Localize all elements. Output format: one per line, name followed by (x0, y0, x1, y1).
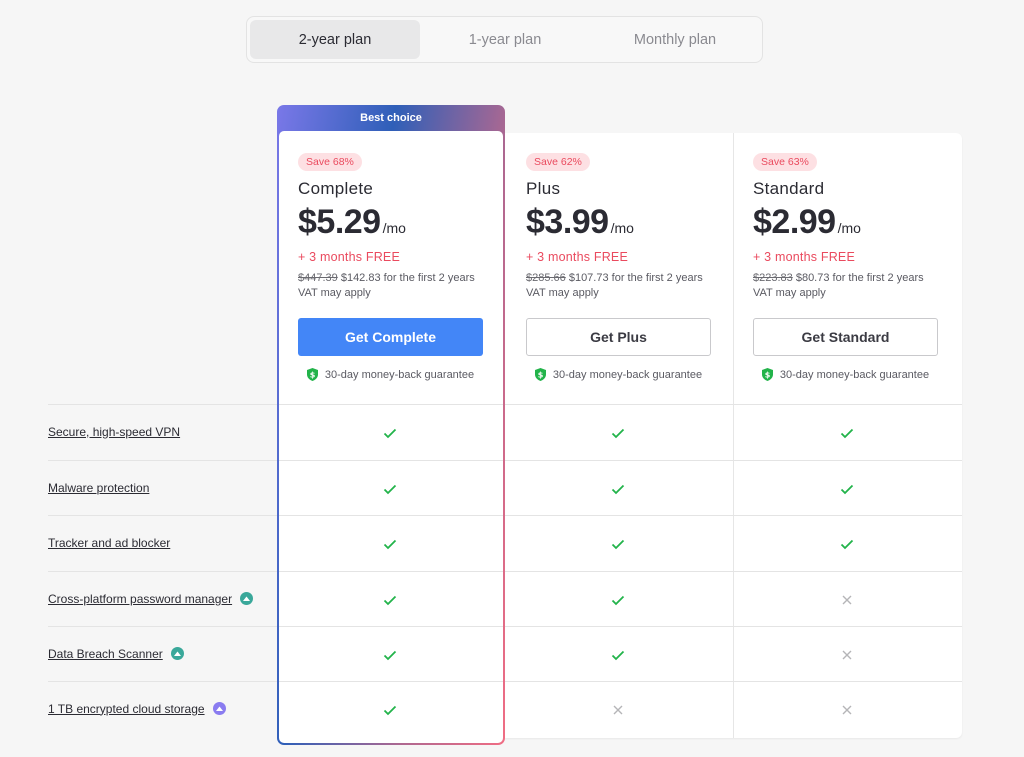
old-total: $447.39 (298, 272, 338, 284)
feature-label-text: Data Breach Scanner (48, 646, 163, 661)
new-total: $80.73 for the first 2 years (795, 272, 924, 284)
plan-price: $2.99 (753, 203, 836, 241)
bonus-text: + 3 months FREE (298, 250, 400, 264)
check-icon (383, 705, 397, 715)
teal-product-icon (170, 647, 184, 660)
shield-dollar-icon: $ (761, 368, 773, 381)
price-period: /mo (837, 220, 861, 236)
save-badge: Save 62% (526, 153, 590, 171)
get-standard-button[interactable]: Get Standard (753, 318, 938, 356)
check-icon (840, 539, 854, 549)
guarantee-text: 30-day money-back guarantee (779, 368, 930, 381)
money-back-guarantee: $ 30-day money-back guarantee (753, 368, 938, 381)
row-divider (48, 460, 962, 461)
feature-label-text: Cross-platform password manager (48, 591, 233, 606)
vat-note: VAT may apply (298, 287, 371, 299)
feature-label-text: Tracker and ad blocker (48, 535, 171, 550)
billing-period-toggle: 2-year plan 1-year plan Monthly plan (246, 16, 763, 63)
cross-icon (842, 595, 852, 604)
money-back-guarantee: $ 30-day money-back guarantee (526, 368, 711, 381)
bonus-text: + 3 months FREE (526, 250, 628, 264)
row-divider (279, 571, 503, 572)
best-choice-label: Best choice (360, 112, 422, 124)
tab-2-year-plan[interactable]: 2-year plan (250, 20, 420, 59)
plan-complete: Save 68% Complete $5.29/mo + 3 months FR… (298, 152, 503, 381)
check-icon (611, 484, 625, 494)
tab-1-year-plan[interactable]: 1-year plan (420, 20, 590, 59)
check-icon (383, 650, 397, 660)
save-badge: Save 63% (753, 153, 817, 171)
check-icon (383, 539, 397, 549)
feature-label-text: 1 TB encrypted cloud storage (48, 701, 205, 716)
get-complete-button[interactable]: Get Complete (298, 318, 483, 356)
old-total: $223.83 (753, 272, 793, 284)
row-divider (48, 571, 962, 572)
guarantee-text: 30-day money-back guarantee (552, 368, 703, 381)
vat-note: VAT may apply (526, 287, 599, 299)
column-divider (733, 133, 734, 738)
row-divider (279, 404, 503, 405)
tab-monthly-plan[interactable]: Monthly plan (590, 20, 760, 59)
row-divider (279, 681, 503, 682)
old-total: $285.66 (526, 272, 566, 284)
svg-text:$: $ (765, 371, 771, 380)
feature-label[interactable]: Cross-platform password manager (48, 591, 254, 606)
check-icon (840, 428, 854, 438)
row-divider (279, 626, 503, 627)
check-icon (611, 428, 625, 438)
row-divider (48, 681, 962, 682)
purple-product-icon (212, 702, 226, 715)
shield-dollar-icon: $ (306, 368, 318, 381)
new-total: $107.73 for the first 2 years (568, 272, 703, 284)
check-icon (383, 428, 397, 438)
save-badge: Save 68% (298, 153, 362, 171)
teal-product-icon (240, 592, 254, 605)
total-price: $285.66 $107.73 for the first 2 years (526, 272, 731, 284)
feature-label[interactable]: Malware protection (48, 481, 149, 495)
plan-standard: Save 63% Standard $2.99/mo + 3 months FR… (753, 152, 958, 381)
check-icon (611, 595, 625, 605)
guarantee-text: 30-day money-back guarantee (324, 368, 475, 381)
plan-name: Complete (298, 179, 374, 198)
vat-note: VAT may apply (753, 287, 826, 299)
new-total: $142.83 for the first 2 years (340, 272, 475, 284)
row-divider (48, 515, 962, 516)
plan-plus: Save 62% Plus $3.99/mo + 3 months FREE $… (526, 152, 731, 381)
price-period: /mo (610, 220, 634, 236)
cross-icon (842, 705, 852, 714)
check-icon (383, 595, 397, 605)
shield-dollar-icon: $ (534, 368, 546, 381)
row-divider (48, 626, 962, 627)
feature-label[interactable]: Secure, high-speed VPN (48, 425, 180, 439)
svg-text:$: $ (310, 371, 316, 380)
feature-label-text: Secure, high-speed VPN (48, 424, 181, 439)
plan-price: $3.99 (526, 203, 609, 241)
plan-name: Standard (753, 179, 825, 198)
cross-icon (613, 705, 623, 714)
row-divider (279, 515, 503, 516)
feature-label-text: Malware protection (48, 480, 150, 495)
plan-price: $5.29 (298, 203, 381, 241)
total-price: $447.39 $142.83 for the first 2 years (298, 272, 503, 284)
check-icon (840, 484, 854, 494)
check-icon (611, 650, 625, 660)
row-divider (48, 404, 962, 405)
check-icon (611, 539, 625, 549)
money-back-guarantee: $ 30-day money-back guarantee (298, 368, 483, 381)
check-icon (383, 484, 397, 494)
total-price: $223.83 $80.73 for the first 2 years (753, 272, 958, 284)
feature-label[interactable]: 1 TB encrypted cloud storage (48, 702, 226, 716)
cross-icon (842, 650, 852, 659)
price-period: /mo (382, 220, 406, 236)
svg-text:$: $ (538, 371, 544, 380)
bonus-text: + 3 months FREE (753, 250, 855, 264)
get-plus-button[interactable]: Get Plus (526, 318, 711, 356)
feature-label[interactable]: Data Breach Scanner (48, 647, 184, 661)
plan-name: Plus (526, 179, 561, 198)
feature-label[interactable]: Tracker and ad blocker (48, 536, 170, 550)
row-divider (279, 460, 503, 461)
